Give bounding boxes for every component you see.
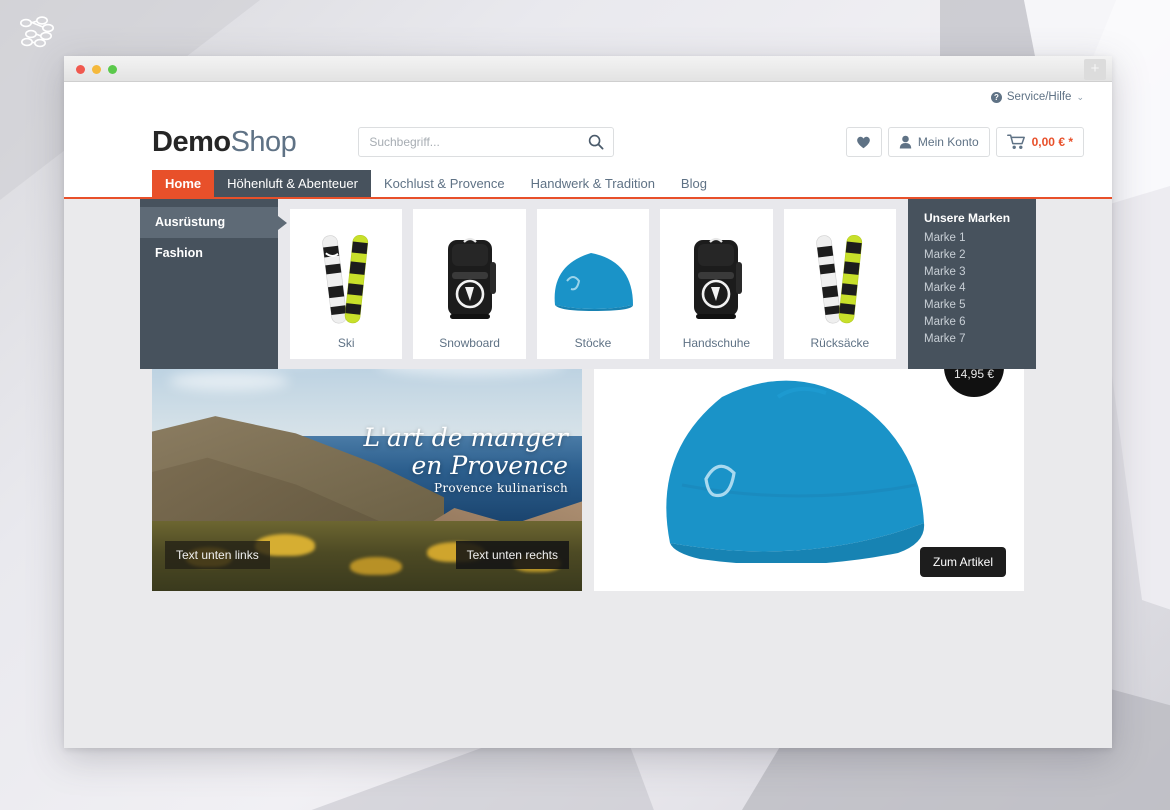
blue-beanie-image — [554, 252, 634, 311]
category-image-wrap — [294, 219, 398, 336]
cart-total-label: 0,00 € * — [1031, 135, 1073, 149]
backpack-image — [447, 237, 496, 319]
ski-pair-image — [322, 234, 369, 323]
brands-title: Unsere Marken — [924, 211, 1011, 225]
maximize-window-button[interactable] — [108, 65, 117, 74]
search-box — [358, 127, 615, 157]
category-image-wrap — [664, 219, 768, 336]
foliage-shape — [349, 556, 402, 575]
shop-logo[interactable]: DemoShop — [152, 125, 297, 159]
category-label: Rücksäcke — [810, 336, 870, 350]
category-label: Ski — [337, 336, 355, 350]
category-image-wrap — [788, 219, 892, 336]
search-icon — [589, 134, 604, 150]
category-tile-snowboard[interactable]: Snowboard — [413, 209, 526, 359]
brand-item[interactable]: Marke 2 — [924, 247, 1036, 264]
browser-window: + ? Service/Hilfe ⌄ DemoShop Suchbegriff… — [64, 56, 1112, 748]
heart-icon — [857, 136, 871, 149]
nav-item-blog[interactable]: Blog — [668, 170, 720, 197]
nav-item-hoehenluft-abenteuer[interactable]: Höhenluft & Abenteuer — [214, 170, 371, 197]
dropdown-brands-panel: Unsere Marken Marke 1 Marke 2 Marke 3 Ma… — [908, 199, 1036, 369]
browser-titlebar: + — [64, 56, 1112, 82]
brand-item[interactable]: Marke 3 — [924, 264, 1036, 281]
service-help-link[interactable]: ? Service/Hilfe ⌄ — [990, 91, 1084, 103]
banner-tag-bottom-right[interactable]: Text unten rechts — [455, 541, 569, 569]
service-help-label: Service/Hilfe — [1006, 91, 1072, 103]
backpack-image — [694, 237, 743, 319]
wishlist-button[interactable] — [845, 127, 882, 157]
page-viewport: ? Service/Hilfe ⌄ DemoShop Suchbegriff..… — [64, 82, 1112, 748]
new-tab-button[interactable]: + — [1084, 59, 1106, 80]
blue-beanie-image — [666, 380, 925, 563]
category-label: Handschuhe — [682, 336, 751, 350]
category-tile-stoecke[interactable]: Stöcke — [536, 209, 650, 359]
logo-demo-text: Demo — [152, 125, 231, 158]
dropdown-category-tiles: Ski Snowboard Stöcke Handschuhe Rücksäck… — [278, 199, 908, 369]
banner-tag-bottom-left[interactable]: Text unten links — [165, 541, 270, 569]
zum-artikel-button[interactable]: Zum Artikel — [919, 547, 1006, 577]
chevron-down-icon: ⌄ — [1076, 91, 1084, 102]
node-graph-logo-icon — [20, 16, 54, 48]
sidebar-item-fashion[interactable]: Fashion — [140, 238, 278, 269]
nav-item-kochlust-provence[interactable]: Kochlust & Provence — [371, 170, 518, 197]
category-image-wrap — [541, 219, 645, 336]
search-button[interactable] — [579, 128, 613, 156]
account-button[interactable]: Mein Konto — [887, 127, 990, 157]
minimize-window-button[interactable] — [92, 65, 101, 74]
brand-item[interactable]: Marke 1 — [924, 230, 1036, 247]
nav-item-home[interactable]: Home — [152, 170, 215, 197]
shop-header: ? Service/Hilfe ⌄ DemoShop Suchbegriff..… — [64, 82, 1112, 199]
window-controls — [76, 65, 117, 74]
category-label: Snowboard — [439, 336, 500, 350]
nav-item-handwerk-tradition[interactable]: Handwerk & Tradition — [518, 170, 668, 197]
search-input[interactable] — [359, 135, 580, 149]
dropdown-sidebar: Ausrüstung Fashion — [140, 199, 287, 369]
main-navigation: Home Höhenluft & Abenteuer Kochlust & Pr… — [64, 170, 1112, 199]
category-tile-ruecksaecke[interactable]: Rücksäcke — [783, 209, 897, 359]
close-window-button[interactable] — [76, 65, 85, 74]
brand-item[interactable]: Marke 7 — [924, 331, 1036, 348]
mega-dropdown-menu: Ausrüstung Fashion Ski Snowboard Stöcke … — [140, 199, 1036, 369]
brand-item[interactable]: Marke 4 — [924, 280, 1036, 297]
question-circle-icon: ? — [990, 91, 1002, 103]
brand-item[interactable]: Marke 6 — [924, 314, 1036, 331]
account-label: Mein Konto — [917, 135, 979, 149]
header-actions: Mein Konto 0,00 € * — [845, 127, 1084, 157]
category-tile-handschuhe[interactable]: Handschuhe — [660, 209, 773, 359]
cart-icon — [1006, 134, 1025, 149]
category-label: Stöcke — [574, 336, 612, 350]
user-icon — [899, 135, 912, 149]
brand-item[interactable]: Marke 5 — [924, 297, 1036, 314]
header-topbar: ? Service/Hilfe ⌄ — [64, 82, 1112, 112]
cart-button[interactable]: 0,00 € * — [995, 127, 1084, 157]
category-image-wrap — [417, 219, 521, 336]
ski-pair-image — [816, 234, 862, 323]
logo-shop-text: Shop — [230, 125, 297, 158]
header-main: DemoShop Suchbegriff... Mein Konto 0,00 … — [64, 112, 1112, 172]
category-tile-ski[interactable]: Ski — [290, 209, 403, 359]
sidebar-item-ausruestung[interactable]: Ausrüstung — [140, 207, 287, 238]
